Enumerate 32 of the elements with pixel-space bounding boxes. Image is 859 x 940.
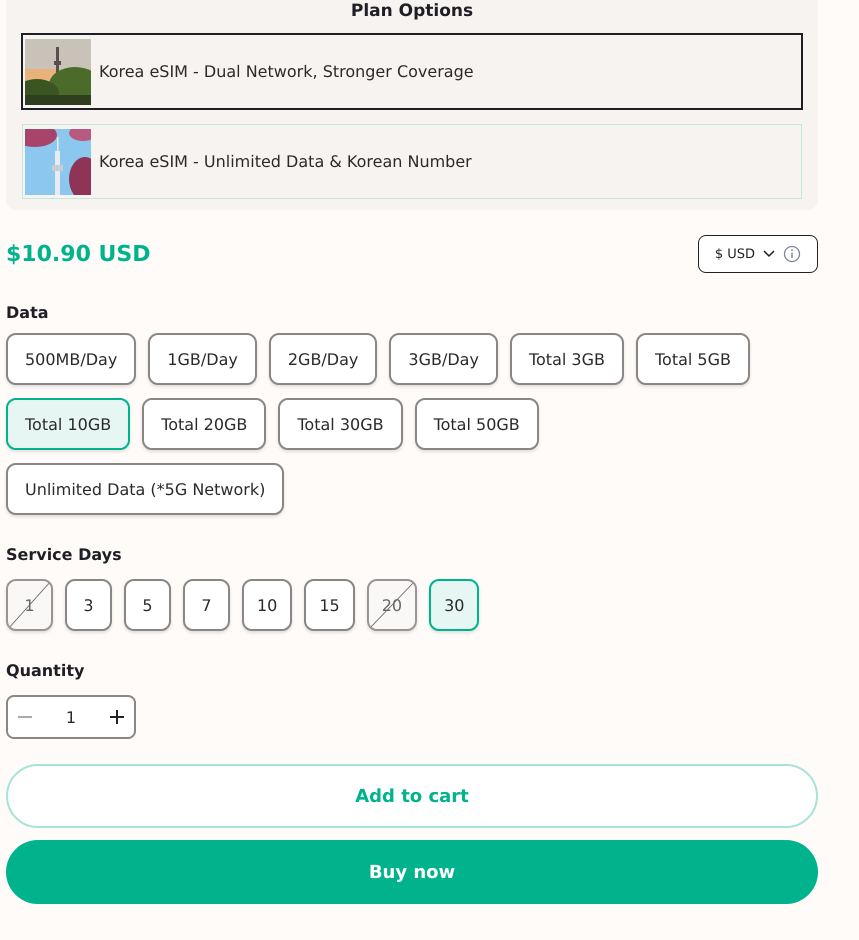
section-label: Data <box>6 303 50 322</box>
option-chip[interactable]: 10 <box>242 579 292 631</box>
section-title: Plan Options <box>350 0 474 22</box>
chevron-icon <box>763 250 775 258</box>
option-chip[interactable]: Total 5GB <box>636 333 750 385</box>
plus-icon[interactable] <box>110 710 124 724</box>
currency-selector[interactable]: $ USD <box>698 235 818 273</box>
option-chip[interactable]: Total 50GB <box>414 398 539 450</box>
option-chip[interactable]: 3 <box>65 579 112 631</box>
option-chip[interactable]: 30 <box>429 579 480 631</box>
quantity-value: 1 <box>66 708 76 726</box>
option-chip[interactable]: 500MB/Day <box>6 333 136 385</box>
option-chip[interactable]: 15 <box>304 579 355 631</box>
option-chip[interactable]: Total 3GB <box>510 333 624 385</box>
option-chip[interactable]: Unlimited Data (*5G Network) <box>6 463 284 515</box>
section-label: Service Days <box>6 545 123 564</box>
plan-option[interactable]: Korea eSIM - Dual Network, Stronger Coverage <box>21 33 803 110</box>
option-chip[interactable]: 7 <box>183 579 230 631</box>
option-chip[interactable]: 3GB/Day <box>389 333 498 385</box>
option-chip[interactable]: Total 20GB <box>142 398 266 450</box>
plan-option[interactable]: Korea eSIM - Unlimited Data & Korean Number <box>21 123 803 200</box>
option-chip[interactable]: Total 30GB <box>278 398 403 450</box>
info-icon <box>783 245 801 263</box>
option-chip[interactable]: 2GB/Day <box>268 333 378 385</box>
price: $10.90 USD <box>6 242 151 266</box>
option-chip[interactable]: Total 10GB <box>6 398 130 450</box>
option-chip[interactable]: 5 <box>124 579 171 631</box>
plan-label: Korea eSIM - Dual Network, Stronger Coverage <box>99 62 474 81</box>
option-chip[interactable]: 1GB/Day <box>148 333 257 385</box>
plan-label: Korea eSIM - Unlimited Data & Korean Number <box>99 152 472 171</box>
section-label: Quantity <box>6 661 86 680</box>
quantity-stepper[interactable]: 1 <box>6 695 136 739</box>
